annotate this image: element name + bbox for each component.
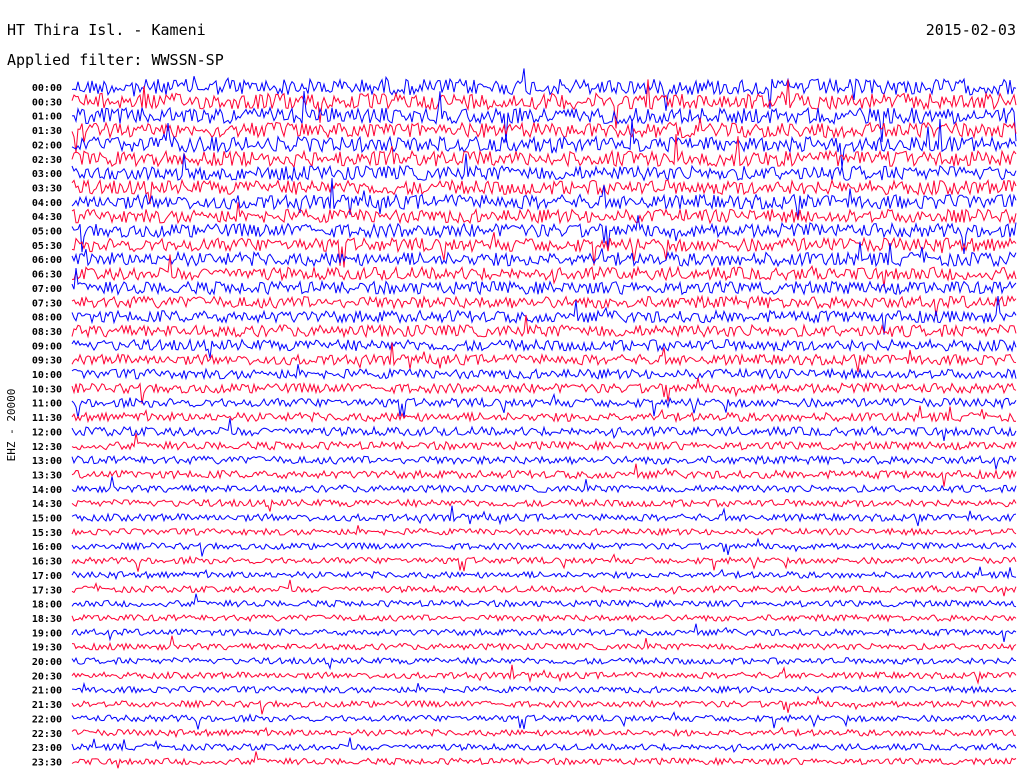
seismic-trace-line [71, 593, 1017, 609]
time-tick-label: 06:30 [32, 270, 62, 281]
seismic-trace-line [71, 537, 1017, 557]
seismic-trace-line [71, 498, 1017, 512]
time-tick-label: 13:30 [32, 470, 62, 481]
time-tick-label: 04:00 [32, 198, 62, 209]
time-tick-label: 09:30 [32, 356, 62, 367]
time-tick-label: 03:30 [32, 183, 62, 194]
time-tick-label: 13:00 [32, 456, 62, 467]
time-tick-label: 12:00 [32, 427, 62, 438]
time-tick-label: 14:00 [32, 485, 62, 496]
seismic-trace-line [71, 232, 1017, 268]
time-tick-label: 08:00 [32, 313, 62, 324]
filter-label: Applied filter: WWSSN-SP [7, 51, 224, 69]
seismic-trace-line [71, 79, 1017, 129]
seismic-trace-line [71, 314, 1017, 339]
seismic-trace-line [71, 295, 1017, 335]
seismic-trace-line [71, 202, 1017, 225]
time-tick-label: 14:30 [32, 499, 62, 510]
seismic-trace-line [71, 726, 1017, 739]
time-tick-label: 07:30 [32, 298, 62, 309]
time-tick-label: 23:00 [32, 743, 62, 754]
time-tick-label: 09:00 [32, 341, 62, 352]
time-tick-label: 17:30 [32, 585, 62, 596]
time-tick-label: 18:00 [32, 600, 62, 611]
time-tick-label: 01:00 [32, 112, 62, 123]
time-tick-label: 10:30 [32, 384, 62, 395]
seismic-trace-line [71, 337, 1017, 359]
time-tick-label: 06:00 [32, 255, 62, 266]
seismic-trace-line [71, 711, 1017, 730]
seismic-trace-line [71, 656, 1017, 671]
time-tick-label: 02:30 [32, 155, 62, 166]
time-tick-label: 00:30 [32, 97, 62, 108]
time-tick-label: 00:00 [32, 83, 62, 94]
time-tick-label: 11:00 [32, 399, 62, 410]
seismic-trace-line [71, 525, 1017, 537]
seismic-trace-line [71, 737, 1017, 753]
time-tick-label: 21:30 [32, 700, 62, 711]
seismic-trace-line [71, 623, 1017, 642]
channel-label: EHZ - 20000 [5, 389, 18, 462]
time-tick-label: 18:30 [32, 614, 62, 625]
time-tick-label: 15:30 [32, 528, 62, 539]
seismic-trace-line [71, 664, 1017, 685]
time-tick-label: 12:30 [32, 442, 62, 453]
seismic-trace-line [71, 695, 1017, 715]
time-tick-label: 20:00 [32, 657, 62, 668]
seismic-trace-line [71, 405, 1017, 424]
time-tick-label: 05:00 [32, 227, 62, 238]
time-tick-group: 00:00 00:30 01:00 01:30 02:00 02:30 03:00 03:30… [32, 83, 62, 768]
time-tick-label: 23:30 [32, 757, 62, 768]
helicorder-plot: HT Thira Isl. - Kameni 2015-02-03 Applie… [5, 21, 1017, 769]
time-tick-label: 05:30 [32, 241, 62, 252]
seismic-trace-line [71, 418, 1017, 441]
time-tick-label: 04:30 [32, 212, 62, 223]
seismic-trace-line [71, 751, 1017, 769]
seismic-trace-line [71, 377, 1017, 404]
seismic-trace-line [71, 505, 1017, 527]
time-tick-label: 08:30 [32, 327, 62, 338]
time-tick-label: 11:30 [32, 413, 62, 424]
time-tick-label: 16:00 [32, 542, 62, 553]
seismic-trace-line [71, 454, 1017, 470]
seismic-trace-line [71, 364, 1017, 381]
seismic-trace-line [71, 294, 1017, 317]
trace-group [71, 68, 1017, 769]
time-tick-label: 19:00 [32, 628, 62, 639]
time-tick-label: 02:00 [32, 140, 62, 151]
seismic-trace-line [71, 579, 1017, 597]
time-tick-label: 07:00 [32, 284, 62, 295]
time-tick-label: 20:30 [32, 671, 62, 682]
station-title: HT Thira Isl. - Kameni [7, 21, 206, 39]
time-tick-label: 22:00 [32, 714, 62, 725]
time-tick-label: 22:30 [32, 729, 62, 740]
seismic-trace-line [71, 463, 1017, 487]
seismic-trace-line [71, 433, 1017, 452]
time-tick-label: 16:30 [32, 557, 62, 568]
record-date: 2015-02-03 [926, 21, 1016, 39]
time-tick-label: 10:00 [32, 370, 62, 381]
time-tick-label: 03:00 [32, 169, 62, 180]
seismic-trace-line [71, 635, 1017, 652]
seismic-trace-line [71, 681, 1017, 695]
time-tick-label: 17:00 [32, 571, 62, 582]
time-tick-label: 21:00 [32, 686, 62, 697]
time-tick-label: 01:30 [32, 126, 62, 137]
seismic-trace-line [71, 476, 1017, 494]
time-tick-label: 19:30 [32, 643, 62, 654]
seismic-trace-line [71, 553, 1017, 572]
time-tick-label: 15:00 [32, 514, 62, 525]
seismic-trace-line [71, 613, 1017, 623]
seismic-trace-line [71, 566, 1017, 581]
